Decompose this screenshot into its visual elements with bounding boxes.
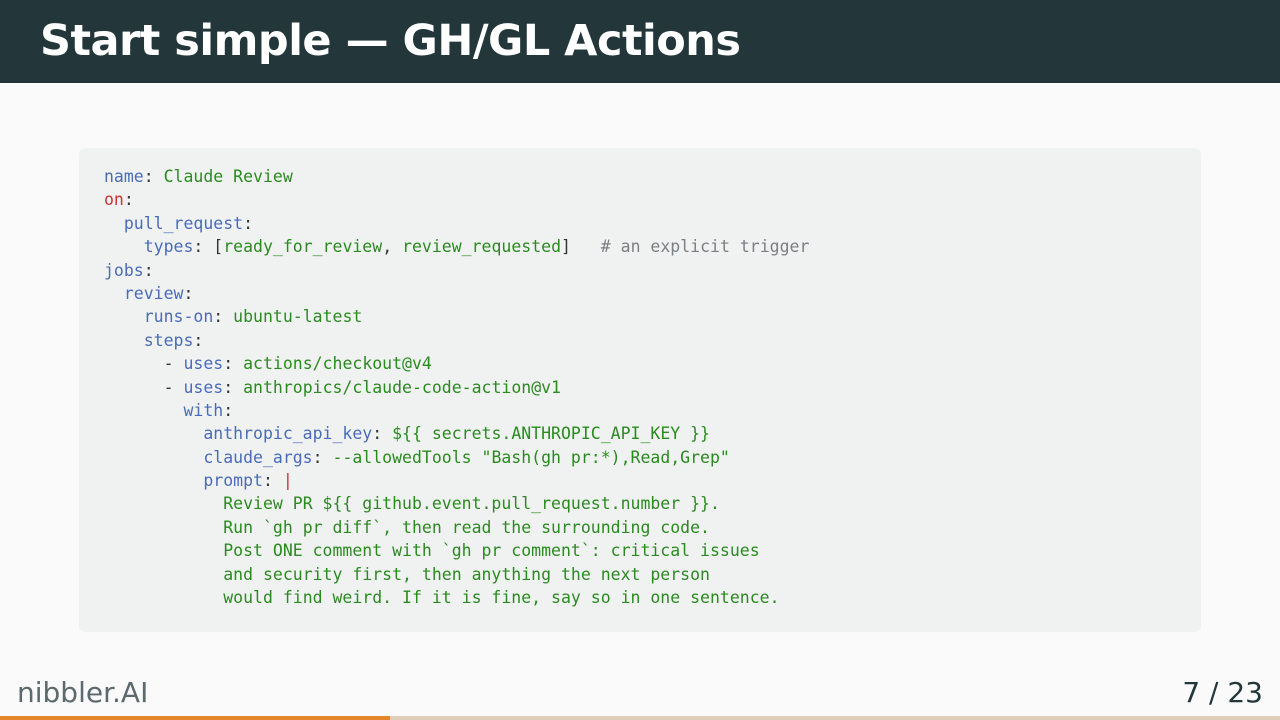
code-line: name: Claude Review — [104, 165, 1201, 188]
slide-title-bar: Start simple — GH/GL Actions — [0, 0, 1280, 83]
yaml-punct: : — [213, 307, 234, 327]
code-line: on: — [104, 188, 1201, 211]
yaml-punct: - — [104, 377, 184, 397]
code-line: Post ONE comment with `gh pr comment`: c… — [104, 539, 1201, 562]
yaml-punct: : — [223, 377, 244, 397]
yaml-punct: : — [193, 330, 204, 350]
yaml-string: Claude Review — [163, 167, 293, 186]
yaml-key: uses — [183, 354, 224, 374]
yaml-key: prompt — [203, 471, 263, 491]
yaml-key: review — [123, 283, 184, 303]
yaml-key: types — [143, 237, 194, 257]
code-line: would find weird. If it is fine, say so … — [104, 586, 1201, 609]
yaml-punct — [104, 448, 203, 467]
code-line: jobs: — [104, 259, 1201, 282]
yaml-reserved: on — [104, 190, 124, 210]
code-line: Review PR ${{ github.event.pull_request.… — [104, 492, 1201, 515]
code-line: pull_request: — [104, 212, 1201, 235]
code-line: runs-on: ubuntu-latest — [104, 305, 1201, 328]
code-line: prompt: | — [104, 469, 1201, 492]
code-line: - uses: anthropics/claude-code-action@v1 — [104, 376, 1201, 399]
yaml-string: ready_for_review — [223, 237, 383, 257]
yaml-key: jobs — [104, 260, 144, 280]
code-line: review: — [104, 282, 1201, 305]
yaml-punct — [104, 471, 203, 490]
yaml-punct — [104, 401, 183, 420]
slide-title: Start simple — GH/GL Actions — [40, 16, 741, 66]
yaml-punct: : — [312, 447, 333, 467]
yaml-key: anthropic_api_key — [203, 424, 373, 444]
yaml-string: Post ONE comment with `gh pr comment`: c… — [223, 541, 760, 561]
code-line: - uses: actions/checkout@v4 — [104, 352, 1201, 375]
yaml-key: with — [183, 400, 224, 420]
code-block: name: Claude Review on: pull_request: typ… — [79, 148, 1201, 632]
yaml-punct: : — [143, 260, 154, 280]
yaml-key: runs-on — [143, 307, 214, 327]
yaml-punct: : — [223, 400, 234, 420]
yaml-string: Run `gh pr diff`, then read the surround… — [223, 517, 710, 537]
yaml-string: and security first, then anything the ne… — [223, 564, 710, 584]
yaml-comment: # an explicit trigger — [600, 237, 810, 257]
yaml-string: ${{ secrets.ANTHROPIC_API_KEY }} — [392, 424, 710, 444]
yaml-punct: ] — [561, 237, 601, 257]
yaml-string: would find weird. If it is fine, say so … — [223, 588, 780, 608]
yaml-punct: : — [372, 424, 393, 444]
yaml-string: anthropics/claude-code-action@v1 — [243, 377, 561, 397]
code-line: and security first, then anything the ne… — [104, 563, 1201, 586]
yaml-key: uses — [183, 377, 224, 397]
yaml-punct: : — [183, 283, 194, 303]
code-line: anthropic_api_key: ${{ secrets.ANTHROPIC… — [104, 422, 1201, 445]
yaml-punct — [104, 214, 124, 233]
yaml-punct: : [ — [193, 237, 224, 257]
slide-progress-fill — [0, 716, 390, 720]
slide-progress-bar — [0, 716, 1280, 720]
yaml-punct — [104, 541, 223, 560]
code-line: steps: — [104, 329, 1201, 352]
yaml-punct: : — [262, 471, 283, 491]
yaml-punct: , — [382, 237, 403, 257]
yaml-string: Review PR ${{ github.event.pull_request.… — [223, 494, 720, 514]
yaml-key: name — [104, 167, 144, 186]
yaml-punct — [104, 284, 124, 303]
yaml-punct — [104, 237, 144, 256]
yaml-key: pull_request — [123, 213, 244, 233]
yaml-punct — [104, 565, 223, 584]
footer-brand: nibbler.AI — [17, 676, 149, 709]
code-line: claude_args: --allowedTools "Bash(gh pr:… — [104, 446, 1201, 469]
yaml-key: steps — [143, 330, 194, 350]
yaml-punct — [104, 424, 203, 443]
code-line: types: [ready_for_review, review_request… — [104, 235, 1201, 258]
code-line: with: — [104, 399, 1201, 422]
yaml-reserved: | — [282, 471, 293, 491]
yaml-punct — [104, 588, 223, 607]
yaml-punct: : — [143, 167, 164, 186]
yaml-punct: : — [243, 213, 254, 233]
yaml-punct: - — [104, 354, 184, 374]
yaml-key: claude_args — [203, 447, 313, 467]
yaml-punct — [104, 494, 223, 513]
yaml-string: actions/checkout@v4 — [243, 354, 432, 374]
yaml-punct — [104, 307, 144, 326]
yaml-string: ubuntu-latest — [233, 307, 363, 327]
yaml-punct — [104, 331, 144, 350]
yaml-punct — [104, 518, 223, 537]
yaml-string: review_requested — [402, 237, 562, 257]
yaml-punct: : — [123, 190, 134, 210]
yaml-string: --allowedTools "Bash(gh pr:*),Read,Grep" — [332, 447, 730, 467]
page-number: 7 / 23 — [1182, 676, 1263, 709]
yaml-punct: : — [223, 354, 244, 374]
code-line: Run `gh pr diff`, then read the surround… — [104, 516, 1201, 539]
